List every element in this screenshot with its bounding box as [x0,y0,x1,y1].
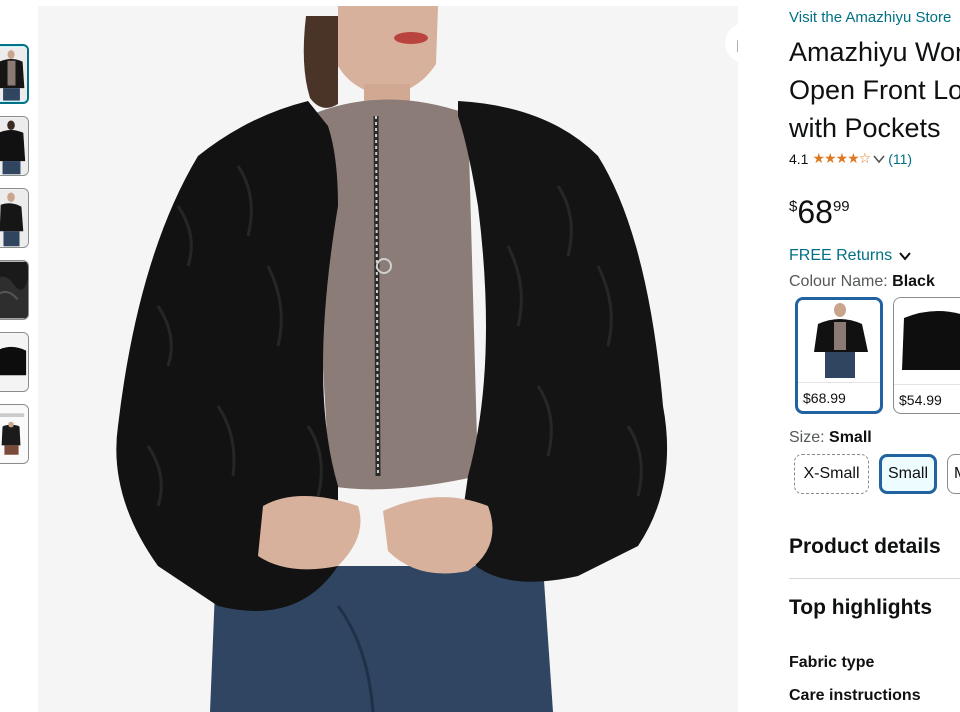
main-product-image[interactable] [38,6,738,712]
swatch-image [894,298,960,384]
store-link[interactable]: Visit the Amazhiyu Store [789,9,951,26]
swatch-divider [894,384,960,385]
price-whole: 68 [797,194,833,230]
product-title-line-1: Amazhiyu Women's Faux Fur [789,37,960,67]
swatch-image [798,300,880,386]
swatch-divider [798,382,880,383]
size-label-text: Size: [789,429,825,446]
thumbnail-front-view[interactable] [0,44,29,104]
size-option-x-small[interactable]: X-Small [794,454,869,494]
colour-label: Colour Name: Black [789,273,935,291]
colour-label-text: Colour Name: [789,273,888,290]
price-symbol: $ [789,198,798,215]
chevron-down-icon [899,252,911,261]
swatch-price: $68.99 [803,390,846,406]
free-returns-link[interactable]: FREE Returns [789,247,912,265]
review-count-link[interactable]: (11) [888,151,912,167]
fabric-type-label: Fabric type [789,654,875,671]
thumbnail-back-view[interactable] [0,116,29,176]
thumbnail-fur-detail[interactable] [0,260,29,320]
rating-row[interactable]: 4.1 ★★★★☆ (11) [789,150,912,167]
product-title: Amazhiyu Women's Faux Fur Open Front Lon… [789,33,960,147]
colour-swatch-black[interactable]: $68.99 [795,297,883,414]
price: $6899 [789,194,850,230]
product-info-panel: Visit the Amazhiyu Store Amazhiyu Women'… [789,0,960,712]
colour-value: Black [892,273,935,290]
free-returns-label: FREE Returns [789,247,893,264]
product-title-line-2: Open Front Long Sleeve Jacket [789,75,960,105]
thumbnail-flat-lay[interactable] [0,332,29,392]
product-details-heading[interactable]: Product details [789,535,941,559]
thumbnail-side-view[interactable] [0,188,29,248]
price-fraction: 99 [832,198,850,215]
size-value: Small [829,429,872,446]
section-divider [789,578,960,579]
size-option-medium[interactable]: M [947,454,960,494]
top-highlights-heading: Top highlights [789,596,933,619]
chevron-down-icon[interactable] [873,154,885,164]
product-photo [38,6,738,712]
care-instructions-label: Care instructions [789,687,921,704]
swatch-price: $54.99 [899,392,942,408]
star-icon: ★★★★☆ [812,150,871,166]
product-title-line-3: with Pockets [789,113,941,143]
colour-swatch-alt[interactable]: $54.99 [893,297,960,414]
thumbnail-size-chart[interactable] [0,404,29,464]
size-label: Size: Small [789,429,872,447]
rating-value: 4.1 [789,150,809,167]
size-option-small[interactable]: Small [879,454,937,494]
share-icon [737,40,738,53]
